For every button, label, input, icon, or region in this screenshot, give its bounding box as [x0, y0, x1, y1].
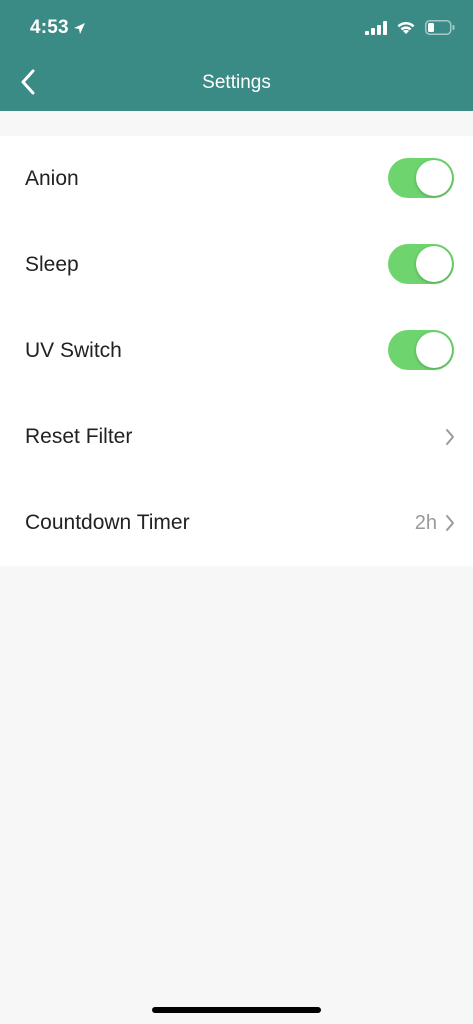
setting-row-sleep: Sleep: [0, 222, 473, 308]
setting-row-reset-filter[interactable]: Reset Filter: [0, 394, 473, 480]
toggle-knob: [416, 332, 452, 368]
nav-bar: Settings: [0, 56, 473, 111]
header: 4:53 Settings: [0, 0, 473, 111]
settings-list: Anion Sleep UV Switch Reset Filter Count…: [0, 136, 473, 566]
home-indicator[interactable]: [152, 1007, 321, 1013]
chevron-right-icon: [445, 514, 455, 537]
toggle-knob: [416, 160, 452, 196]
setting-row-anion: Anion: [0, 136, 473, 222]
sleep-toggle[interactable]: [388, 244, 454, 284]
setting-row-countdown-timer[interactable]: Countdown Timer 2h: [0, 480, 473, 566]
status-icons: [365, 20, 455, 35]
chevron-right-icon: [445, 428, 455, 451]
setting-row-uv-switch: UV Switch: [0, 308, 473, 394]
status-bar: 4:53: [0, 0, 473, 56]
uv-switch-toggle[interactable]: [388, 330, 454, 370]
setting-label: Countdown Timer: [25, 511, 190, 534]
battery-low-icon: [425, 20, 455, 35]
toggle-knob: [416, 246, 452, 282]
cellular-signal-icon: [365, 20, 387, 35]
countdown-timer-value: 2h: [414, 511, 437, 534]
setting-label: UV Switch: [25, 339, 122, 362]
wifi-icon: [396, 20, 416, 35]
time-label: 4:53: [30, 17, 69, 38]
location-arrow-icon: [73, 22, 86, 35]
setting-label: Anion: [25, 167, 79, 190]
status-time: 4:53: [30, 17, 86, 39]
anion-toggle[interactable]: [388, 158, 454, 198]
setting-label: Sleep: [25, 253, 79, 276]
setting-label: Reset Filter: [25, 425, 133, 448]
page-title: Settings: [202, 72, 271, 93]
